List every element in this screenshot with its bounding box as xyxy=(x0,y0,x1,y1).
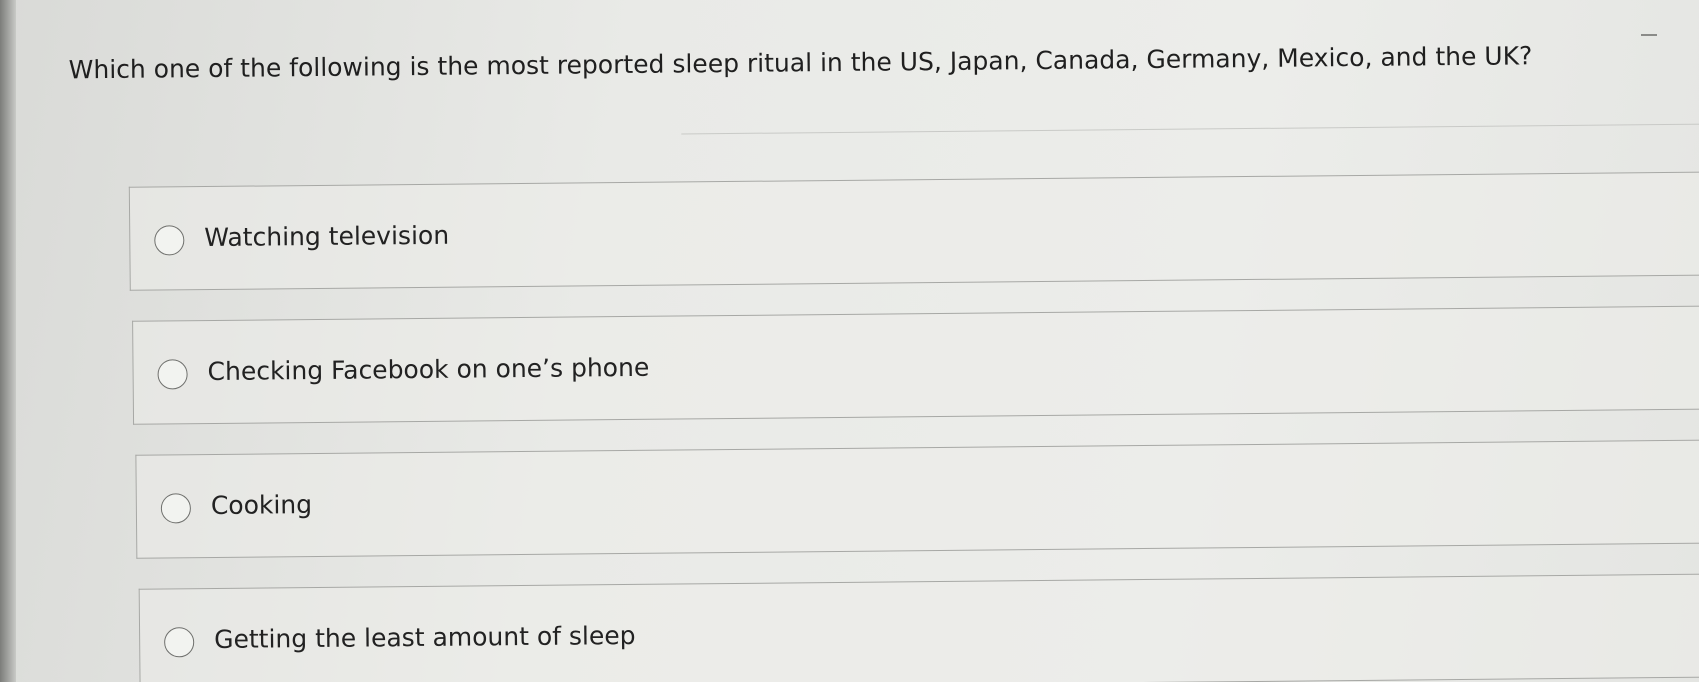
radio-button[interactable] xyxy=(154,225,185,256)
answer-option-label: Getting the least amount of sleep xyxy=(214,620,636,654)
answer-option-label: Cooking xyxy=(210,490,313,520)
answer-option-label: Checking Facebook on one’s phone xyxy=(207,352,650,387)
radio-button[interactable] xyxy=(160,493,192,524)
answer-option-checking-facebook[interactable]: Checking Facebook on one’s phone xyxy=(132,305,1699,425)
answer-option-least-sleep[interactable]: Getting the least amount of sleep xyxy=(138,573,1699,682)
radio-button[interactable] xyxy=(164,627,195,658)
radio-button[interactable] xyxy=(157,359,188,390)
answer-option-cooking[interactable]: Cooking xyxy=(135,439,1699,559)
answer-option-watching-television[interactable]: Watching television xyxy=(128,171,1699,291)
divider xyxy=(681,123,1699,135)
answer-option-label: Watching television xyxy=(204,220,450,253)
quiz-question-panel: Which one of the following is the most r… xyxy=(0,0,1699,682)
question-text: Which one of the following is the most r… xyxy=(68,41,1533,85)
